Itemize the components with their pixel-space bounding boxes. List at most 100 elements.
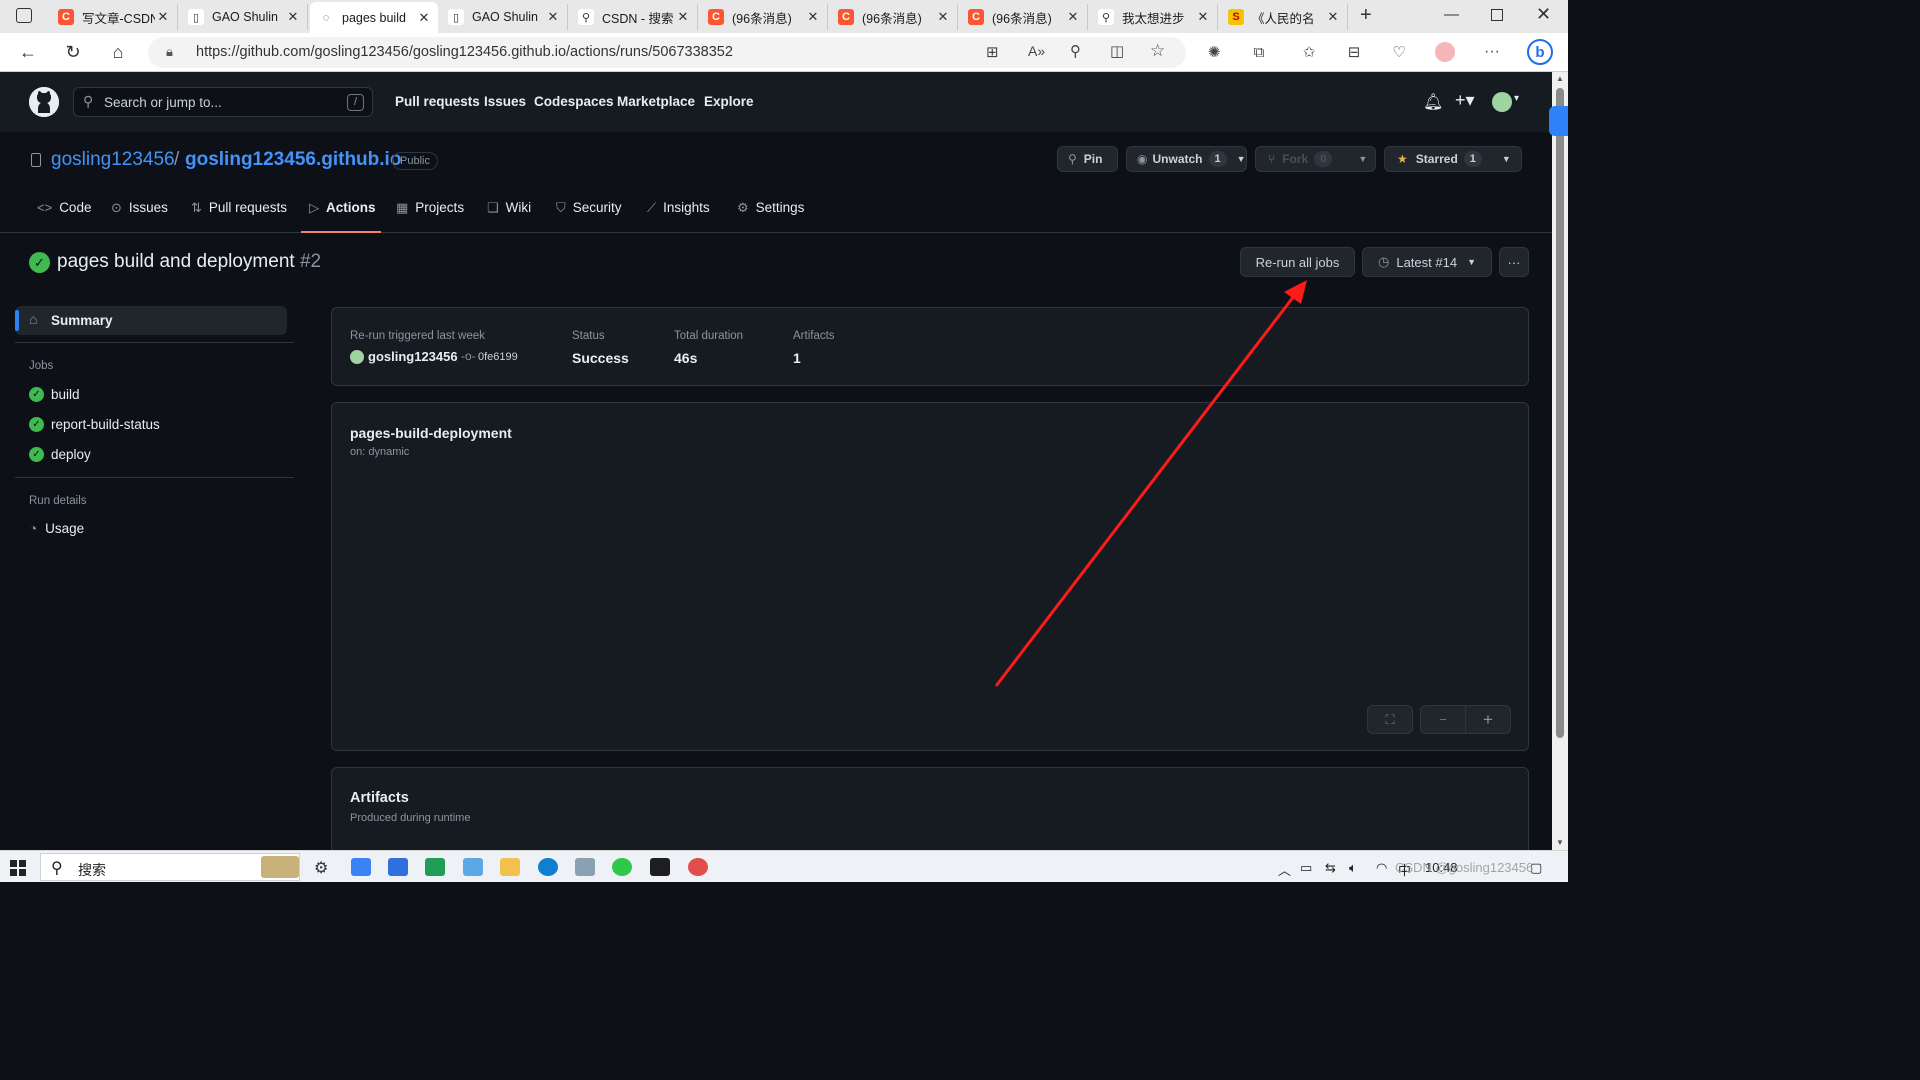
browser-tab[interactable]: C (96条消息) ✕ — [960, 4, 1088, 30]
pycharm-icon[interactable] — [425, 858, 445, 876]
trigger-user-link[interactable]: gosling123456 — [368, 349, 458, 364]
close-tab-icon[interactable]: ✕ — [805, 9, 821, 25]
gear-icon[interactable]: ⚙ — [314, 858, 328, 878]
network-icon[interactable]: ⇆ — [1325, 860, 1336, 876]
browser-tab[interactable]: C (96条消息) ✕ — [700, 4, 828, 30]
nav-marketplace[interactable]: Marketplace — [617, 94, 695, 109]
todo-icon[interactable] — [388, 858, 408, 876]
commit-link[interactable]: 0fe6199 — [478, 351, 518, 363]
volume-muted-icon[interactable]: 🔈︎ — [1349, 860, 1357, 876]
browser-tab[interactable]: C (96条消息) ✕ — [830, 4, 958, 30]
pin-button[interactable]: ⚲ Pin — [1057, 146, 1118, 172]
repo-name-link[interactable]: gosling123456.github.io — [185, 149, 401, 171]
tab-wiki[interactable]: ❑ Wiki — [487, 200, 531, 233]
create-new-icon[interactable]: +▾ — [1455, 90, 1475, 111]
favorite-icon[interactable]: ☆ — [1150, 41, 1165, 61]
tab-projects[interactable]: ▦ Projects — [396, 200, 464, 233]
browser-tab[interactable]: ▯ GAO Shulin ✕ — [180, 4, 308, 30]
terminal-icon[interactable] — [650, 858, 670, 876]
tab-actions[interactable]: ▷ Actions — [301, 200, 381, 233]
tab-pull-requests[interactable]: ⇅ Pull requests — [191, 200, 287, 233]
extension-icon[interactable]: ✺ — [1204, 42, 1224, 62]
close-tab-icon[interactable]: ✕ — [155, 9, 171, 25]
read-aloud-icon[interactable]: A» — [1028, 43, 1045, 59]
restore-button[interactable] — [1491, 9, 1503, 21]
url-bar[interactable]: 🔒︎ https://github.com/gosling123456/gosl… — [148, 37, 1186, 68]
split-screen-icon[interactable]: ◫ — [1110, 42, 1124, 60]
refresh-button[interactable]: ↻ — [62, 41, 84, 63]
performance-icon[interactable]: ♡ — [1389, 42, 1409, 62]
windows-start-icon[interactable] — [10, 860, 26, 876]
app-icon[interactable] — [575, 858, 595, 876]
fullscreen-button[interactable]: ⛶ — [1367, 705, 1413, 734]
sidebar-item-job-deploy[interactable]: ✓ deploy — [29, 447, 91, 462]
extensions-icon[interactable]: ⧉ — [1249, 42, 1269, 62]
file-explorer-icon[interactable] — [500, 858, 520, 876]
watch-button[interactable]: ◉ Unwatch 1 ▼ — [1126, 146, 1247, 172]
app-icon[interactable] — [688, 858, 708, 876]
scroll-down-arrow-icon[interactable]: ▼ — [1556, 838, 1564, 847]
app-icon[interactable] — [463, 858, 483, 876]
user-avatar[interactable] — [1492, 92, 1512, 112]
app-icon[interactable] — [351, 858, 371, 876]
tab-actions-icon[interactable] — [16, 8, 32, 23]
sidebar-item-job-build[interactable]: ✓ build — [29, 387, 80, 402]
collections-icon[interactable]: ⊟ — [1344, 42, 1364, 62]
sidebar-item-job-report-build-status[interactable]: ✓ report-build-status — [29, 417, 160, 432]
minimize-button[interactable]: — — [1444, 6, 1459, 23]
browser-tab[interactable]: ⚲ 我太想进步 ✕ — [1090, 4, 1218, 30]
chevron-down-icon[interactable]: ▼ — [1237, 154, 1246, 164]
chevron-up-icon[interactable]: ︿ — [1278, 860, 1291, 879]
wechat-icon[interactable] — [612, 858, 632, 876]
browser-tab[interactable]: ◌ pages build ✕ — [310, 2, 438, 33]
edge-browser-icon[interactable] — [538, 858, 558, 876]
close-tab-icon[interactable]: ✕ — [1195, 9, 1211, 25]
fork-button[interactable]: ⑂ Fork 0 ▼ — [1255, 146, 1376, 172]
avatar-menu-chevron-icon[interactable]: ▾ — [1514, 93, 1519, 104]
chevron-down-icon[interactable]: ▼ — [1502, 154, 1511, 164]
nav-pull-requests[interactable]: Pull requests — [395, 94, 480, 109]
latest-attempt-dropdown[interactable]: ◷ Latest #14 ▼ — [1362, 247, 1492, 277]
rerun-all-jobs-button[interactable]: Re-run all jobs — [1240, 247, 1355, 277]
scrollbar-thumb[interactable] — [1556, 88, 1564, 738]
scroll-up-arrow-icon[interactable]: ▲ — [1556, 74, 1564, 83]
close-tab-icon[interactable]: ✕ — [1325, 9, 1341, 25]
close-tab-icon[interactable]: ✕ — [675, 9, 691, 25]
star-button[interactable]: ★ Starred 1 ▼ — [1384, 146, 1522, 172]
sidebar-item-usage[interactable]: ◔ Usage — [29, 521, 84, 536]
chevron-down-icon[interactable]: ▼ — [1358, 154, 1367, 164]
more-options-button[interactable]: ··· — [1499, 247, 1529, 277]
wifi-icon[interactable]: ◠ — [1376, 860, 1387, 876]
bing-sidebar-handle-icon[interactable] — [1549, 106, 1568, 136]
page-scrollbar[interactable]: ▲ ▼ — [1552, 72, 1568, 850]
nav-explore[interactable]: Explore — [704, 94, 754, 109]
browser-tab[interactable]: S 《人民的名 ✕ — [1220, 4, 1348, 30]
new-tab-button[interactable]: + — [1360, 4, 1372, 27]
close-tab-icon[interactable]: ✕ — [416, 10, 432, 26]
close-window-button[interactable]: ✕ — [1536, 4, 1551, 25]
github-logo-icon[interactable] — [29, 87, 59, 117]
tab-issues[interactable]: ⊙ Issues — [111, 200, 168, 233]
zoom-in-button[interactable]: + — [1465, 705, 1511, 734]
nav-codespaces[interactable]: Codespaces — [534, 94, 614, 109]
sidebar-item-summary[interactable]: ⌂ Summary — [15, 306, 287, 335]
zoom-out-button[interactable]: − — [1420, 705, 1466, 734]
user-avatar[interactable] — [350, 350, 364, 364]
profile-avatar[interactable] — [1435, 42, 1455, 62]
browser-tab[interactable]: C 写文章-CSDN ✕ — [50, 4, 178, 30]
notifications-bell-icon[interactable]: 🔔︎ — [1423, 92, 1443, 112]
tab-settings[interactable]: ⚙ Settings — [737, 200, 804, 233]
close-tab-icon[interactable]: ✕ — [545, 9, 561, 25]
back-button[interactable]: ← — [17, 41, 39, 63]
app-available-icon[interactable]: ⊞ — [986, 43, 999, 61]
tab-security[interactable]: ⛉ Security — [556, 200, 622, 233]
favorites-icon[interactable]: ✩ — [1299, 42, 1319, 62]
close-tab-icon[interactable]: ✕ — [285, 9, 301, 25]
more-icon[interactable]: ··· — [1482, 42, 1502, 62]
browser-tab[interactable]: ⚲ CSDN - 搜索 ✕ — [570, 4, 698, 30]
taskbar-search-box[interactable]: ⚲ 搜索 — [40, 853, 300, 881]
browser-tab[interactable]: ▯ GAO Shulin ✕ — [440, 4, 568, 30]
zoom-icon[interactable]: ⚲ — [1070, 42, 1081, 60]
home-button[interactable]: ⌂ — [107, 41, 129, 63]
repo-owner-link[interactable]: gosling123456 — [51, 149, 175, 171]
